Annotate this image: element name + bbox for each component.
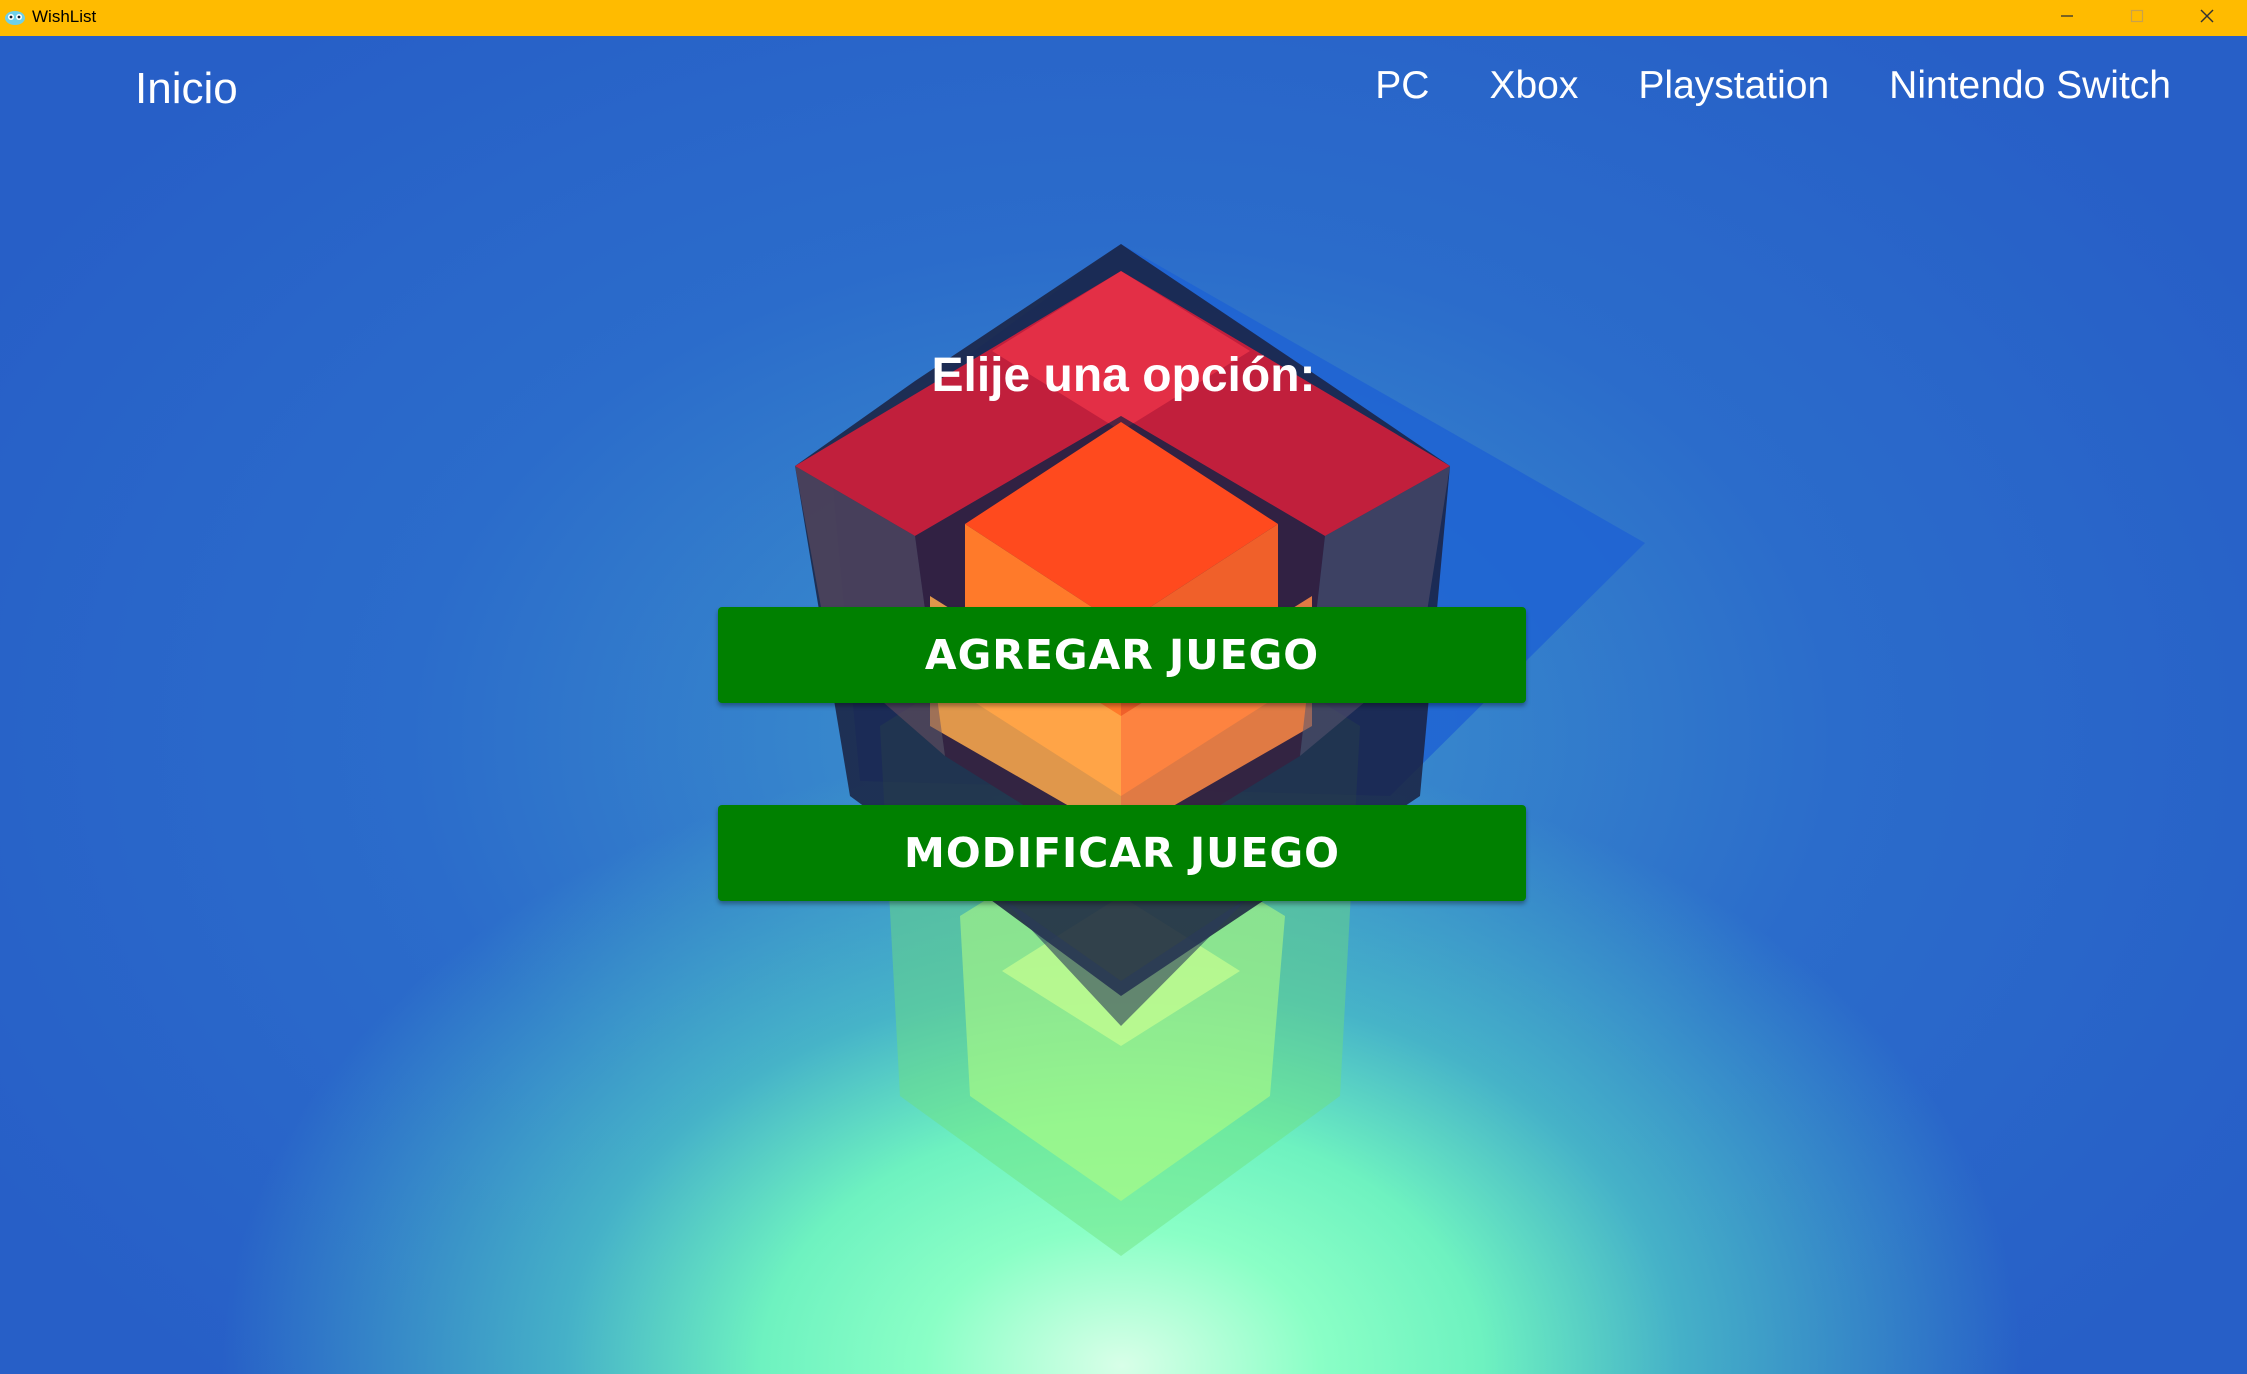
modify-game-button[interactable]: MODIFICAR JUEGO — [718, 805, 1526, 901]
app-icon — [4, 8, 26, 26]
minimize-button[interactable] — [2032, 0, 2102, 36]
nav-link-xbox[interactable]: Xbox — [1489, 64, 1578, 108]
choose-option-heading: Elije una opción: — [931, 349, 1316, 402]
nav-link-pc[interactable]: PC — [1375, 64, 1429, 108]
title-bar[interactable]: WishList — [0, 0, 2247, 36]
window-title: WishList — [32, 7, 97, 26]
maximize-icon — [2129, 8, 2145, 29]
app-window: WishList Inicio PC Xbox Playstation Nint… — [0, 0, 2247, 1374]
nav-bar: PC Xbox Playstation Nintendo Switch — [1375, 64, 2171, 108]
close-button[interactable] — [2172, 0, 2242, 36]
minimize-icon — [2059, 8, 2075, 29]
main-content: Inicio PC Xbox Playstation Nintendo Swit… — [0, 36, 2247, 1374]
nav-link-nintendo-switch[interactable]: Nintendo Switch — [1889, 64, 2171, 108]
nav-link-playstation[interactable]: Playstation — [1638, 64, 1829, 108]
close-icon — [2199, 8, 2215, 29]
maximize-button[interactable] — [2102, 0, 2172, 36]
add-game-button[interactable]: AGREGAR JUEGO — [718, 607, 1526, 703]
layered-cube-illustration — [795, 244, 1645, 1256]
nav-home-link[interactable]: Inicio — [135, 64, 238, 114]
